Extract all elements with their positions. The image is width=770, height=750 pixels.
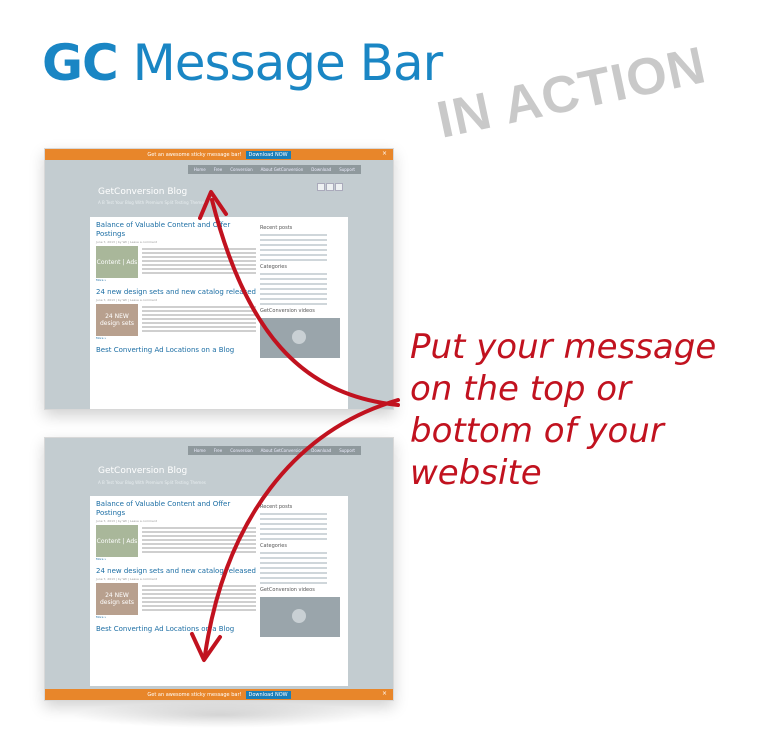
sidebar-heading: Recent posts <box>260 504 293 510</box>
post-meta: June 7, 2013 | by Wil | Leave a comment <box>96 240 157 244</box>
message-bar-bottom: Get an awesome sticky message bar! Downl… <box>45 689 393 700</box>
page-title: GC Message Bar <box>42 34 444 92</box>
post-meta: June 7, 2013 | by Wil | Leave a comment <box>96 519 157 523</box>
more-link[interactable]: More » <box>96 336 256 340</box>
post-item: Best Converting Ad Locations on a Blog <box>96 625 256 634</box>
post-excerpt <box>142 583 256 615</box>
sidebar-heading: GetConversion videos <box>260 308 315 314</box>
sidebar-heading: Categories <box>260 264 287 270</box>
blog-tagline: A B Test Your Blog With Premium Split Te… <box>98 200 206 205</box>
nav-item[interactable]: Home <box>194 448 206 453</box>
post-title[interactable]: Balance of Valuable Content and Offer Po… <box>96 500 256 518</box>
post-item: 24 new design sets and new catalog relea… <box>96 288 256 340</box>
video-thumbnail[interactable] <box>260 597 340 637</box>
nav-item[interactable]: Support <box>339 167 355 172</box>
post-list: Balance of Valuable Content and Offer Po… <box>96 500 256 640</box>
blog-tagline: A B Test Your Blog With Premium Split Te… <box>98 480 206 485</box>
post-title[interactable]: 24 new design sets and new catalog relea… <box>96 567 256 576</box>
post-excerpt <box>142 525 256 557</box>
blog-sidebar: Recent posts Categories GetConversion vi… <box>260 223 344 358</box>
title-rest: Message Bar <box>132 34 444 92</box>
post-item: Best Converting Ad Locations on a Blog <box>96 346 256 355</box>
nav-item[interactable]: Home <box>194 167 206 172</box>
post-meta: June 7, 2013 | by Wil | Leave a comment <box>96 298 157 302</box>
post-list: Balance of Valuable Content and Offer Po… <box>96 221 256 361</box>
download-now-button[interactable]: Download NOW <box>245 150 291 159</box>
nav-item[interactable]: Conversion <box>230 167 252 172</box>
post-thumbnail: 24 NEW design sets <box>96 583 138 615</box>
post-thumbnail: 24 NEW design sets <box>96 304 138 336</box>
more-link[interactable]: More » <box>96 557 256 561</box>
shadow <box>70 702 370 728</box>
blog-nav: Home Free Conversion About GetConversion… <box>187 165 361 174</box>
facebook-icon[interactable] <box>317 183 325 191</box>
social-icons <box>317 183 343 191</box>
post-item: Balance of Valuable Content and Offer Po… <box>96 500 256 561</box>
post-title[interactable]: Best Converting Ad Locations on a Blog <box>96 346 256 355</box>
sidebar-heading: GetConversion videos <box>260 587 315 593</box>
blog-content: Balance of Valuable Content and Offer Po… <box>90 217 348 409</box>
message-bar-text: Get an awesome sticky message bar! <box>147 691 242 698</box>
post-item: 24 new design sets and new catalog relea… <box>96 567 256 619</box>
screenshot-top: Get an awesome sticky message bar! Downl… <box>44 148 394 410</box>
nav-item[interactable]: Conversion <box>230 448 252 453</box>
blog-title: GetConversion Blog <box>98 187 188 197</box>
post-thumbnail: Content | Ads <box>96 525 138 557</box>
close-icon[interactable]: × <box>382 150 387 157</box>
post-meta: June 7, 2013 | by Wil | Leave a comment <box>96 577 157 581</box>
sidebar-heading: Categories <box>260 543 287 549</box>
post-title[interactable]: Best Converting Ad Locations on a Blog <box>96 625 256 634</box>
twitter-icon[interactable] <box>326 183 334 191</box>
rss-icon[interactable] <box>335 183 343 191</box>
sidebar-heading: Recent posts <box>260 225 293 231</box>
post-title[interactable]: Balance of Valuable Content and Offer Po… <box>96 221 256 239</box>
nav-item[interactable]: Free <box>214 167 223 172</box>
blog-nav: Home Free Conversion About GetConversion… <box>187 446 361 455</box>
post-thumbnail: Content | Ads <box>96 246 138 278</box>
more-link[interactable]: More » <box>96 615 256 619</box>
message-bar-top: Get an awesome sticky message bar! Downl… <box>45 149 393 160</box>
nav-item[interactable]: About GetConversion <box>261 448 304 453</box>
title-gc: GC <box>42 34 119 92</box>
post-excerpt <box>142 246 256 278</box>
post-title[interactable]: 24 new design sets and new catalog relea… <box>96 288 256 297</box>
nav-item[interactable]: Free <box>214 448 223 453</box>
screenshot-bottom: Home Free Conversion About GetConversion… <box>44 437 394 701</box>
video-thumbnail[interactable] <box>260 318 340 358</box>
nav-item[interactable]: Support <box>339 448 355 453</box>
nav-item[interactable]: About GetConversion <box>261 167 304 172</box>
nav-item[interactable]: Download <box>311 448 331 453</box>
blog-content: Balance of Valuable Content and Offer Po… <box>90 496 348 686</box>
close-icon[interactable]: × <box>382 690 387 697</box>
callout-text: Put your message on the top or bottom of… <box>410 327 717 493</box>
blog-sidebar: Recent posts Categories GetConversion vi… <box>260 502 344 637</box>
message-bar-text: Get an awesome sticky message bar! <box>147 151 242 158</box>
more-link[interactable]: More » <box>96 278 256 282</box>
in-action-stamp: IN ACTION <box>432 36 712 150</box>
download-now-button[interactable]: Download NOW <box>245 690 291 699</box>
nav-item[interactable]: Download <box>311 167 331 172</box>
post-excerpt <box>142 304 256 336</box>
post-item: Balance of Valuable Content and Offer Po… <box>96 221 256 282</box>
blog-title: GetConversion Blog <box>98 466 188 476</box>
